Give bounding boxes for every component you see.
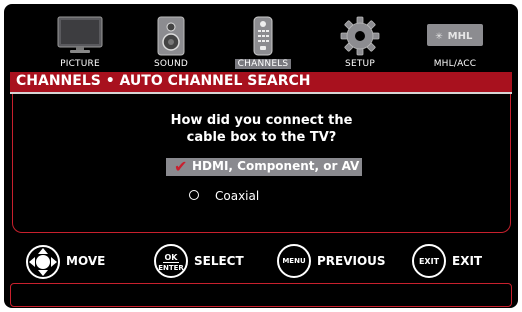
question-text: How did you connect the cable box to the… [13,112,510,146]
tab-label-wrap: CHANNELS [223,59,303,69]
page-title: CHANNELS • AUTO CHANNEL SEARCH [16,73,311,89]
question-line-2: cable box to the TV? [186,130,337,145]
gear-icon [340,16,380,60]
key-text-ok: OK [164,253,178,262]
tab-mhl-acc[interactable]: MHL ✳ MHL/ACC [415,12,495,70]
tab-setup[interactable]: SETUP [320,12,400,70]
tab-label: PICTURE [60,59,100,69]
tab-label: SETUP [345,59,375,69]
hint-label: PREVIOUS [317,254,386,268]
mhl-logo: MHL ✳ [427,24,483,50]
dialog-panel: How did you connect the cable box to the… [12,94,511,233]
hint-label: EXIT [452,254,483,268]
exit-key-icon: EXIT [412,244,446,278]
tab-label: MHL/ACC [433,59,477,69]
ok-enter-key-icon: OK ENTER [154,244,188,278]
dpad-icon [26,245,60,283]
info-bar [10,283,512,307]
monitor-icon [57,16,103,58]
key-text: EXIT [418,257,440,266]
hint-label: SELECT [194,254,244,268]
key-text-enter: ENTER [158,264,184,272]
tab-label: CHANNELS [234,59,292,69]
remote-icon [252,16,274,60]
option-hdmi[interactable]: ✔ HDMI, Component, or AV [166,158,362,176]
option-label: Coaxial [215,189,260,203]
hint-label: MOVE [66,254,106,268]
menu-key-icon: MENU [277,244,311,278]
tv-osd: PICTURE SOUND CHANNELS SETUP MHL ✳ MHL/A… [4,4,518,308]
tab-label: SOUND [153,59,189,69]
radio-icon [189,190,199,200]
tab-channels[interactable]: CHANNELS [223,12,303,70]
question-line-1: How did you connect the [170,113,353,128]
key-text: MENU [282,257,306,265]
tab-sound[interactable]: SOUND [131,12,211,70]
tab-picture[interactable]: PICTURE [40,12,120,70]
page-header: CHANNELS • AUTO CHANNEL SEARCH [10,72,512,94]
svg-text:MHL: MHL [448,31,473,42]
screen: PICTURE SOUND CHANNELS SETUP MHL ✳ MHL/A… [0,0,522,312]
speaker-icon [157,16,185,60]
option-label: HDMI, Component, or AV [192,159,360,173]
svg-text:✳: ✳ [435,32,443,42]
checkmark-icon: ✔ [174,157,188,176]
